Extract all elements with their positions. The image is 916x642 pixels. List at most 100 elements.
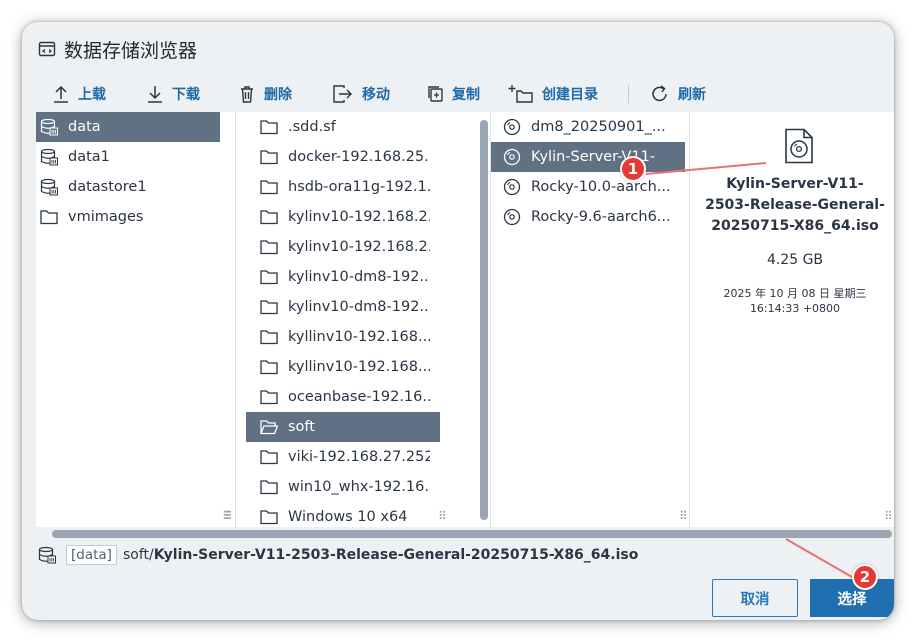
folder-icon <box>260 178 278 196</box>
annotation-badge-1: 1 <box>620 156 646 182</box>
annotation-arrow-1 <box>645 162 767 175</box>
path-directory: soft/ <box>122 547 154 563</box>
folder-icon <box>260 208 278 226</box>
folder-item[interactable]: docker-192.168.25... <box>236 142 430 172</box>
file-label: dm8_20250901_... <box>531 119 666 135</box>
folder-icon <box>40 208 58 226</box>
preview-file-size: 4.25 GB <box>766 252 824 268</box>
folder-label: Windows 10 x64 <box>288 509 408 525</box>
toolbar-divider <box>628 85 629 103</box>
disc-image-icon <box>503 118 521 136</box>
preview-name-line: 20250715-X86_64.iso <box>711 218 879 234</box>
folder-item[interactable]: kyllinv10-192.168.... <box>236 322 430 352</box>
datastore-label: data <box>68 119 101 135</box>
folder-item-soft[interactable]: soft <box>246 412 440 442</box>
folder-label: soft <box>288 419 315 435</box>
datastore-label: data1 <box>68 149 110 165</box>
folder-icon <box>260 238 278 256</box>
folder-item[interactable]: .sdd.sf <box>236 112 430 142</box>
download-button[interactable]: 下载 <box>146 84 200 104</box>
toolbar: 上载 下载 删除 移动 复制 创建目录 刷新 <box>22 80 894 108</box>
move-label: 移动 <box>362 87 390 103</box>
folder-label: viki-192.168.27.252 <box>288 449 430 465</box>
annotation-badge-2: 2 <box>852 564 878 590</box>
move-button[interactable]: 移动 <box>332 84 390 104</box>
create-directory-button[interactable]: 创建目录 <box>508 84 598 104</box>
datastore-column: data data1 datastore1 vmimages ⠿ <box>36 112 236 527</box>
folder-item[interactable]: Windows 10 x64 <box>236 502 430 527</box>
delete-label: 删除 <box>264 87 292 103</box>
trash-icon <box>241 86 253 103</box>
preview-modified-date: 2025 年 10 月 08 日 星期三 16:14:33 +0800 <box>696 286 894 316</box>
preview-time-line: 16:14:33 +0800 <box>749 302 841 315</box>
column-resize-grip[interactable]: ⠿ <box>884 509 893 523</box>
new-folder-icon <box>508 85 533 103</box>
folder-label: kyllinv10-192.168.... <box>288 329 430 345</box>
dialog-title: 数据存储浏览器 <box>64 39 198 62</box>
folder-item[interactable]: kylinv10-192.168.2... <box>236 202 430 232</box>
preview-name-line: 2503-Release-General- <box>705 197 885 213</box>
folder-label: kylinv10-dm8-192.... <box>288 269 430 285</box>
file-item[interactable]: dm8_20250901_... <box>491 112 685 142</box>
preview-file-name: Kylin-Server-V11- 2503-Release-General- … <box>696 174 894 237</box>
file-item[interactable]: Rocky-9.6-aarch6... <box>491 202 685 232</box>
column-resize-grip[interactable]: ⠿ <box>679 509 688 523</box>
datastore-icon <box>40 148 58 166</box>
disc-image-file-icon <box>785 128 813 164</box>
folder-item[interactable]: kylinv10-dm8-192.... <box>236 262 430 292</box>
folder-column-scrollbar[interactable] <box>480 120 488 520</box>
delete-button[interactable]: 删除 <box>238 84 292 104</box>
folder-item[interactable]: kyllinv10-192.168.... <box>236 352 430 382</box>
folder-item[interactable]: kylinv10-dm8-192.... <box>236 292 430 322</box>
folder-label: win10_whx-192.16... <box>288 479 430 495</box>
datastore-item-data1[interactable]: data1 <box>36 142 220 172</box>
folder-item[interactable]: hsdb-ora11g-192.1... <box>236 172 430 202</box>
folder-icon <box>260 148 278 166</box>
datastore-item-datastore1[interactable]: datastore1 <box>36 172 220 202</box>
folder-item[interactable]: viki-192.168.27.252 <box>236 442 430 472</box>
folder-open-icon <box>260 418 278 436</box>
datastore-label: datastore1 <box>68 179 147 195</box>
folder-icon <box>260 358 278 376</box>
folder-label: kylinv10-dm8-192.... <box>288 299 430 315</box>
download-label: 下载 <box>172 87 200 103</box>
folder-icon <box>260 298 278 316</box>
copy-button[interactable]: 复制 <box>426 84 480 104</box>
folder-icon <box>260 268 278 286</box>
path-file-name: Kylin-Server-V11-2503-Release-General-20… <box>153 547 639 563</box>
dialog-titlebar: 数据存储浏览器 <box>38 36 197 62</box>
folder-label: kyllinv10-192.168.... <box>288 359 430 375</box>
folder-label: .sdd.sf <box>288 119 336 135</box>
folder-label: kylinv10-192.168.2... <box>288 209 430 225</box>
folder-label: oceanbase-192.16... <box>288 389 430 405</box>
folder-item[interactable]: win10_whx-192.16... <box>236 472 430 502</box>
disc-image-icon <box>503 178 521 196</box>
folder-label: hsdb-ora11g-192.1... <box>288 179 430 195</box>
refresh-icon <box>652 85 667 102</box>
folder-icon <box>260 478 278 496</box>
disc-image-icon <box>503 208 521 226</box>
create-directory-label: 创建目录 <box>542 87 598 103</box>
column-resize-grip[interactable]: ⠿ <box>438 509 447 523</box>
datastore-label: vmimages <box>68 209 144 225</box>
datastore-icon <box>40 118 58 136</box>
datastore-icon <box>40 178 58 196</box>
datastore-browser-icon <box>38 41 56 57</box>
folder-item[interactable]: oceanbase-192.16... <box>236 382 430 412</box>
column-resize-grip[interactable]: ⠿ <box>222 509 231 523</box>
refresh-label: 刷新 <box>678 87 706 103</box>
folder-icon <box>260 508 278 526</box>
copy-icon <box>428 86 443 102</box>
download-icon <box>148 86 162 103</box>
preview-date-line: 2025 年 10 月 08 日 星期三 <box>723 287 867 300</box>
upload-label: 上载 <box>78 87 106 103</box>
datastore-item-data[interactable]: data <box>36 112 220 142</box>
horizontal-scrollbar[interactable] <box>52 530 892 538</box>
annotation-arrow-2 <box>785 538 853 578</box>
refresh-button[interactable]: 刷新 <box>650 84 706 104</box>
upload-icon <box>54 85 68 103</box>
folder-item[interactable]: kylinv10-192.168.2... <box>236 232 430 262</box>
upload-button[interactable]: 上载 <box>52 84 106 104</box>
datastore-item-vmimages[interactable]: vmimages <box>36 202 220 232</box>
move-icon <box>333 85 352 103</box>
